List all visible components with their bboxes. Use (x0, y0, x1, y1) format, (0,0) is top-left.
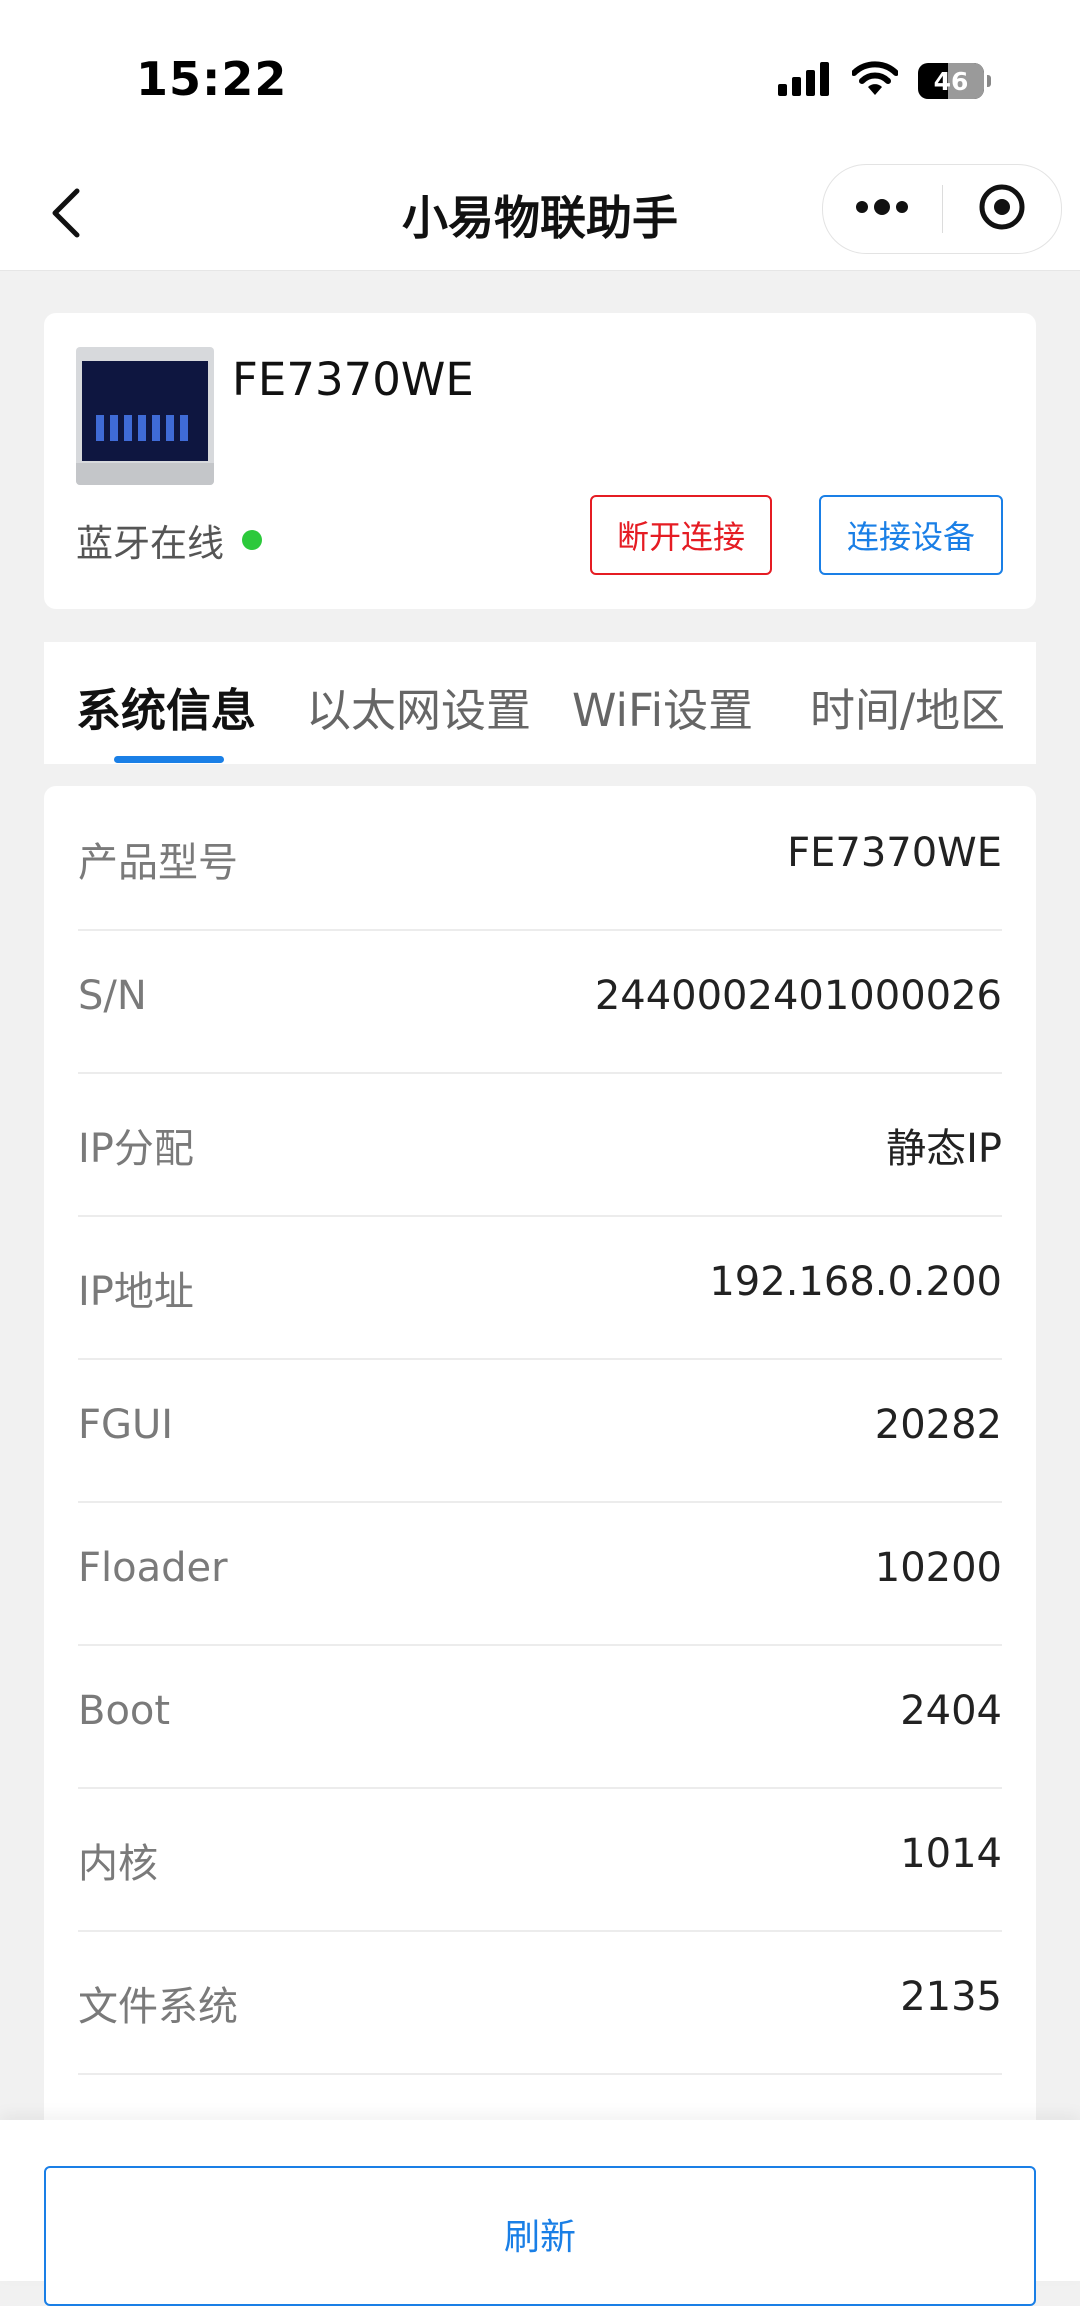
info-label: Floader (78, 1545, 228, 1591)
info-value: 2440002401000026 (594, 973, 1002, 1019)
info-label: IP地址 (78, 1269, 194, 1315)
status-time: 15:22 (136, 52, 288, 106)
battery-icon: 46 (918, 63, 991, 99)
device-image (76, 347, 214, 485)
target-icon (978, 183, 1026, 235)
tab-system-info[interactable]: 系统信息 (76, 674, 256, 739)
info-value: FE7370WE (787, 830, 1002, 876)
bluetooth-status: 蓝牙在线 (76, 513, 262, 567)
info-row-ip-assignment: IP分配 静态IP (78, 1072, 1002, 1217)
info-label: 内核 (78, 1841, 158, 1887)
tab-time-region[interactable]: 时间/地区 (810, 674, 1005, 739)
info-row-serial-number: S/N 2440002401000026 (78, 929, 1002, 1074)
status-bar: 15:22 46 (0, 0, 1080, 160)
info-row-product-model: 产品型号 FE7370WE (78, 786, 1002, 931)
active-tab-indicator (114, 756, 224, 763)
tab-ethernet-settings[interactable]: 以太网设置 (306, 674, 531, 739)
info-label: 文件系统 (78, 1984, 238, 2030)
info-row-floader: Floader 10200 (78, 1501, 1002, 1646)
info-row-kernel: 内核 1014 (78, 1787, 1002, 1932)
battery-level: 46 (933, 66, 969, 96)
refresh-button[interactable]: 刷新 (44, 2166, 1036, 2306)
info-value: 2404 (900, 1688, 1002, 1734)
system-info-card: 产品型号 FE7370WE S/N 2440002401000026 IP分配 … (44, 786, 1036, 2166)
info-row-ip-address: IP地址 192.168.0.200 (78, 1215, 1002, 1360)
info-value: 20282 (874, 1402, 1002, 1448)
device-name: FE7370WE (232, 353, 474, 406)
device-card: FE7370WE 蓝牙在线 断开连接 连接设备 (44, 313, 1036, 609)
info-label: IP分配 (78, 1126, 194, 1172)
bluetooth-status-label: 蓝牙在线 (76, 522, 224, 565)
info-value: 10200 (874, 1545, 1002, 1591)
info-label: 产品型号 (78, 840, 238, 886)
bottom-action-bar: 刷新 (0, 2120, 1080, 2306)
info-value: 静态IP (886, 1126, 1002, 1172)
info-value: 2135 (900, 1974, 1002, 2020)
more-button[interactable] (823, 165, 942, 253)
signal-icon (778, 62, 832, 100)
tab-wifi-settings[interactable]: WiFi设置 (572, 674, 753, 739)
info-label: S/N (78, 973, 147, 1019)
tab-bar: 系统信息 以太网设置 WiFi设置 时间/地区 (44, 642, 1036, 764)
nav-bar: 小易物联助手 (0, 160, 1080, 271)
disconnect-button[interactable]: 断开连接 (590, 495, 772, 575)
connect-device-button[interactable]: 连接设备 (819, 495, 1003, 575)
info-row-fgui: FGUI 20282 (78, 1358, 1002, 1503)
info-label: Boot (78, 1688, 171, 1734)
info-row-boot: Boot 2404 (78, 1644, 1002, 1789)
info-row-file-system: 文件系统 2135 (78, 1930, 1002, 2075)
wifi-icon (851, 61, 899, 101)
mini-program-capsule (822, 164, 1062, 254)
info-label: FGUI (78, 1402, 174, 1448)
online-indicator-icon (242, 530, 262, 550)
info-value: 192.168.0.200 (709, 1259, 1002, 1305)
info-value: 1014 (900, 1831, 1002, 1877)
status-icons: 46 (778, 58, 991, 104)
more-icon (854, 199, 910, 219)
close-miniprogram-button[interactable] (943, 165, 1062, 253)
